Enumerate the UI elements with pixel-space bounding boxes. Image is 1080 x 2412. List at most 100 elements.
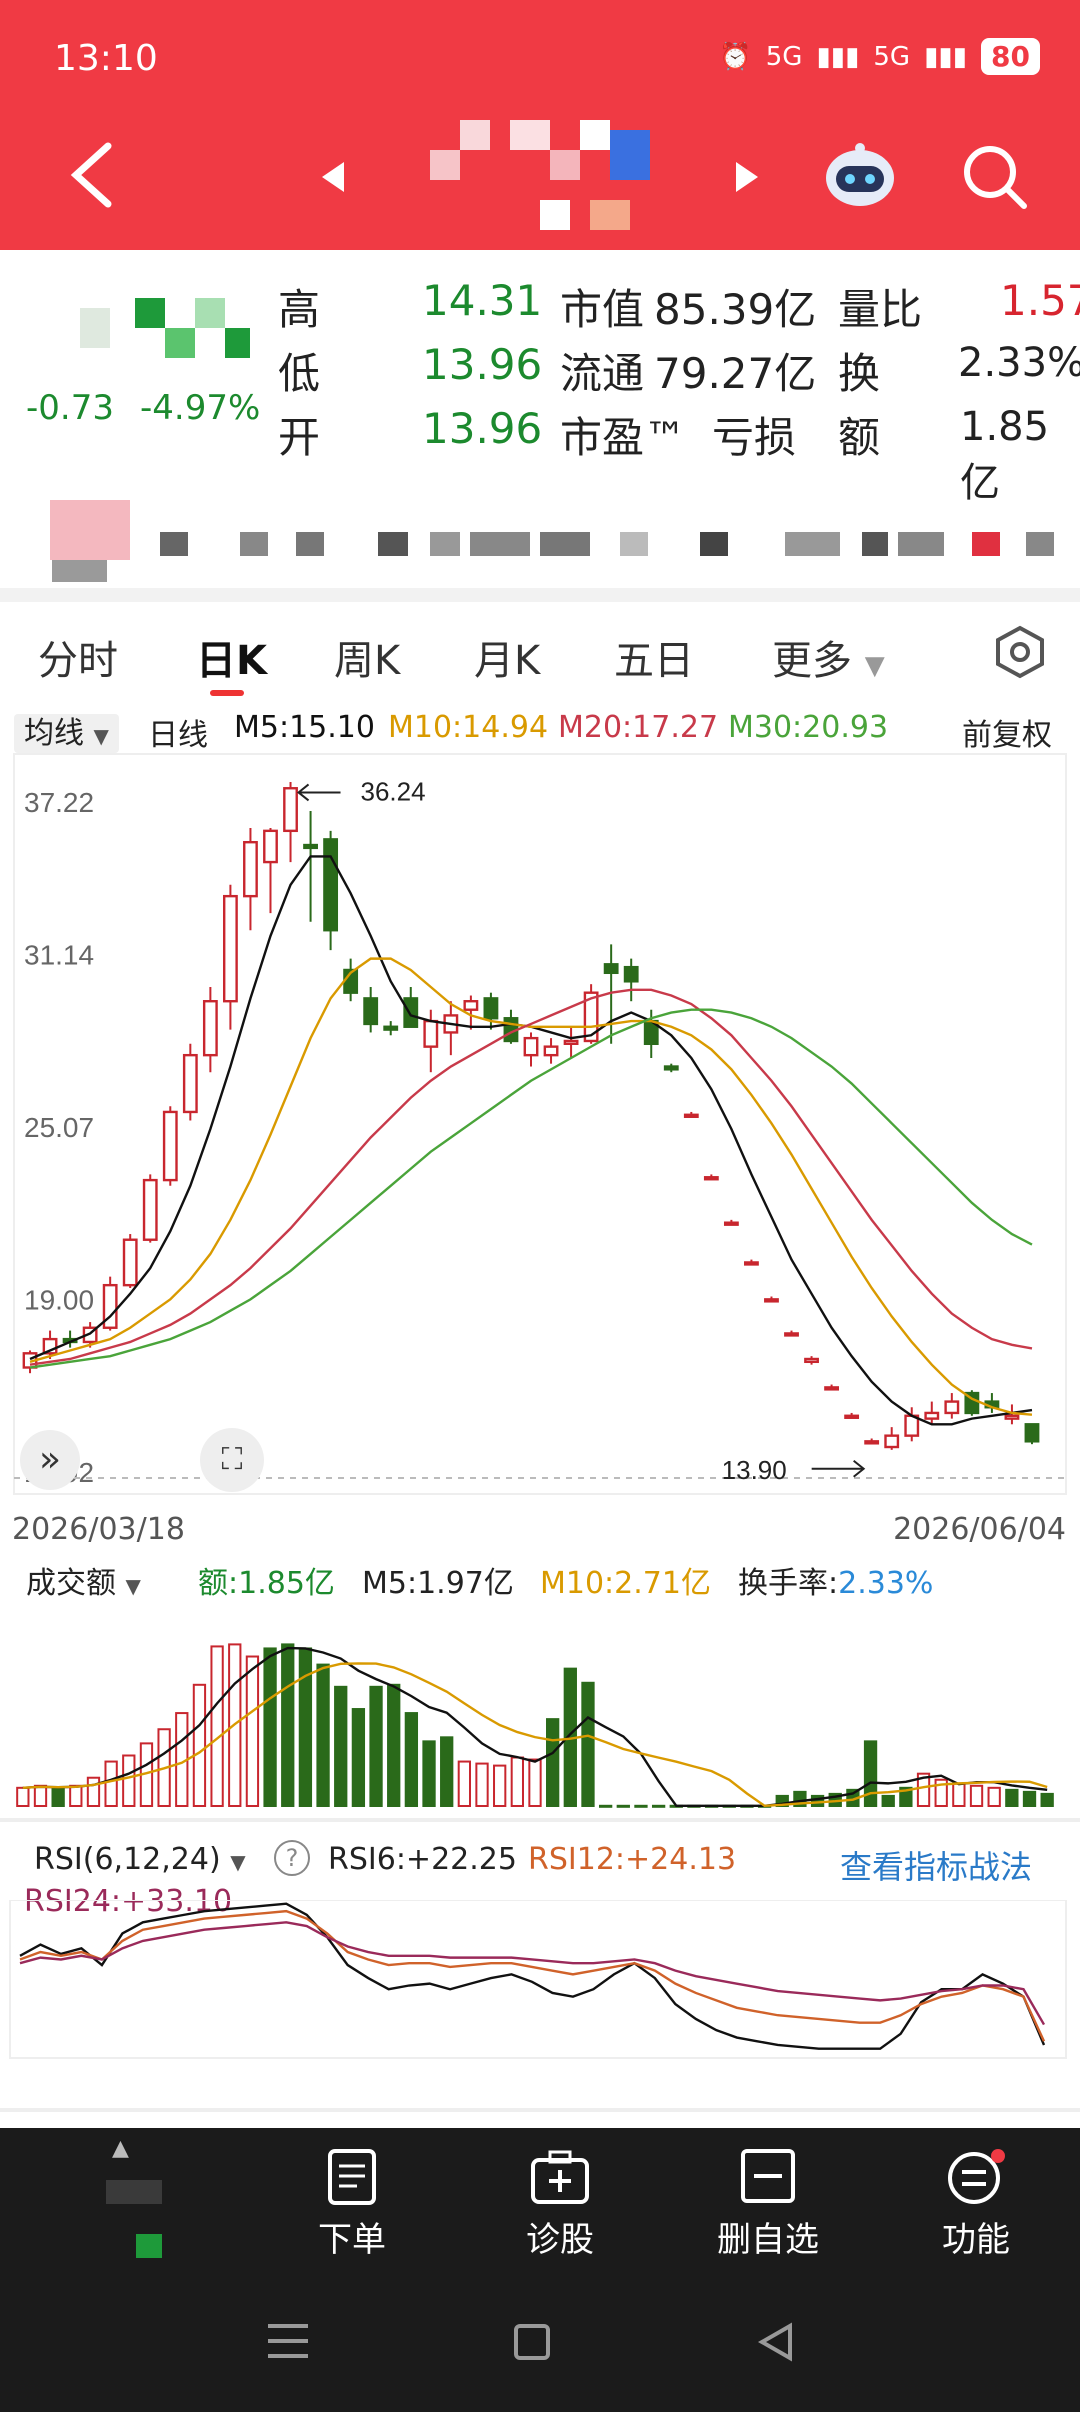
chevron-down-icon: ▼ xyxy=(230,1850,246,1874)
functions-button[interactable]: 功能 xyxy=(906,2148,1046,2261)
date-start: 2026/03/18 xyxy=(12,1512,185,1547)
volume-bar xyxy=(33,1784,48,1808)
volume-bar xyxy=(281,1643,295,1808)
y-axis-label: 31.14 xyxy=(24,940,94,971)
volume-bar xyxy=(528,1758,542,1807)
signal-bars-icon: ▮▮▮ xyxy=(816,41,860,72)
candle-body xyxy=(363,997,379,1026)
order-button[interactable]: 下单 xyxy=(282,2148,422,2261)
change-percent: -4.97% xyxy=(140,388,261,428)
tab-five-day[interactable]: 五日 xyxy=(614,628,694,686)
diagnose-button[interactable]: 诊股 xyxy=(490,2148,630,2261)
nav-home-icon[interactable] xyxy=(514,2324,550,2360)
volume-bar xyxy=(475,1762,489,1807)
volume-bar xyxy=(122,1754,136,1807)
next-triangle-icon[interactable] xyxy=(732,160,762,194)
volume-bar xyxy=(1005,1788,1019,1807)
fullscreen-icon[interactable]: ⛶ xyxy=(200,1428,264,1492)
tab-more[interactable]: 更多 ▼ xyxy=(772,628,885,686)
nav-menu-icon[interactable] xyxy=(268,2324,308,2358)
hexagon-settings-icon[interactable] xyxy=(992,624,1048,680)
tab-daily-k[interactable]: 日K xyxy=(196,628,267,686)
indicator-strategy-link[interactable]: 查看指标战法 xyxy=(840,1842,1032,1888)
volume-bar xyxy=(987,1786,1001,1808)
candle-body xyxy=(944,1400,960,1415)
candle-body xyxy=(403,997,419,1028)
status-icons: ⏰ 5G ▮▮▮ 5G ▮▮▮ 80 xyxy=(719,38,1040,75)
ma-line-m10 xyxy=(29,957,1033,1416)
candle-body xyxy=(483,997,499,1020)
search-icon[interactable] xyxy=(960,142,1030,212)
change-value: -0.73 xyxy=(26,388,114,428)
back-arrow-icon[interactable] xyxy=(60,140,120,210)
volume-bar xyxy=(387,1683,401,1807)
tab-weekly-k[interactable]: 周K xyxy=(334,628,400,686)
signal-bars-icon-2: ▮▮▮ xyxy=(924,41,968,72)
volume-chart[interactable] xyxy=(0,1596,1080,1812)
pe-value: 亏损 xyxy=(712,413,797,462)
ma-selector-label: 均线 xyxy=(24,716,84,751)
candle-body xyxy=(703,1176,719,1181)
low-value: 13.96 xyxy=(422,340,543,389)
minus-box-icon xyxy=(741,2149,795,2203)
expand-double-chevron-icon[interactable]: » xyxy=(20,1430,80,1490)
candle-body xyxy=(523,1036,539,1057)
chevron-up-icon[interactable]: ▲ xyxy=(112,2136,129,2161)
functions-label: 功能 xyxy=(942,2220,1010,2260)
candle-body xyxy=(303,843,318,850)
volume-bar xyxy=(263,1647,277,1807)
volume-bar xyxy=(422,1740,436,1807)
quote-panel: -0.73 -4.97% 高 14.31 低 13.96 开 13.96 市值 … xyxy=(0,268,1080,506)
rsi-line-rsi12 xyxy=(19,1909,1046,2042)
tab-intraday[interactable]: 分时 xyxy=(38,628,118,686)
volume-ratio-value: 1.57 xyxy=(1000,276,1080,325)
rsi-selector[interactable]: RSI(6,12,24) ▼ xyxy=(34,1842,246,1877)
turnover-value: 2.33% xyxy=(958,340,1080,386)
rsi-selector-label: RSI(6,12,24) xyxy=(34,1842,221,1877)
volume-bar xyxy=(1040,1792,1054,1808)
candle-body xyxy=(383,1025,399,1031)
prev-triangle-icon[interactable] xyxy=(318,160,348,194)
price-pixelated xyxy=(40,298,250,358)
rsi-chart[interactable] xyxy=(0,1900,1080,2060)
robot-assistant-icon[interactable] xyxy=(820,140,900,210)
high-annotation: 36.24 xyxy=(361,776,426,806)
high-value: 14.31 xyxy=(422,276,543,325)
alarm-icon: ⏰ xyxy=(719,41,752,72)
date-end: 2026/06/04 xyxy=(893,1512,1066,1547)
volume-bar xyxy=(334,1685,348,1807)
remove-watchlist-label: 删自选 xyxy=(717,2220,819,2260)
volume-bar xyxy=(952,1782,966,1807)
candle-body xyxy=(202,1000,218,1057)
volume-bar xyxy=(581,1681,595,1807)
ma-selector[interactable]: 均线 ▼ xyxy=(14,714,119,753)
nav-back-icon[interactable] xyxy=(756,2322,796,2362)
rsi-frame xyxy=(9,1900,1067,2059)
volume-bar xyxy=(1022,1790,1037,1808)
volume-bar xyxy=(634,1804,648,1808)
candle-body xyxy=(884,1434,900,1449)
candle-body xyxy=(323,838,339,932)
candle-body xyxy=(744,1261,759,1266)
order-document-icon xyxy=(328,2149,376,2205)
kline-chart[interactable]: 37.2231.1425.0719.0012.9236.2413.90 xyxy=(0,750,1080,1550)
volume-bar xyxy=(881,1794,895,1807)
candle-body xyxy=(1004,1414,1020,1420)
help-icon[interactable]: ? xyxy=(274,1840,310,1876)
period-tabs: 分时 日K 周K 月K 五日 更多 ▼ xyxy=(0,620,1080,700)
tab-monthly-k[interactable]: 月K xyxy=(474,628,540,686)
volume-bar xyxy=(440,1736,454,1808)
volume-bar xyxy=(493,1764,507,1808)
signal-5g-icon-2: 5G xyxy=(873,41,911,72)
battery-icon: 80 xyxy=(981,38,1040,75)
open-value: 13.96 xyxy=(422,404,543,453)
pixelated-box xyxy=(106,2180,162,2204)
pixelated-box-green xyxy=(136,2234,162,2258)
ma20-value: M20:17.27 xyxy=(558,710,719,745)
volume-bar xyxy=(16,1786,30,1808)
remove-watchlist-button[interactable]: 删自选 xyxy=(698,2148,838,2261)
order-label: 下单 xyxy=(318,2220,386,2260)
candle-body xyxy=(142,1178,158,1241)
adjust-mode[interactable]: 前复权 xyxy=(962,710,1052,754)
y-axis-label: 25.07 xyxy=(24,1112,94,1143)
